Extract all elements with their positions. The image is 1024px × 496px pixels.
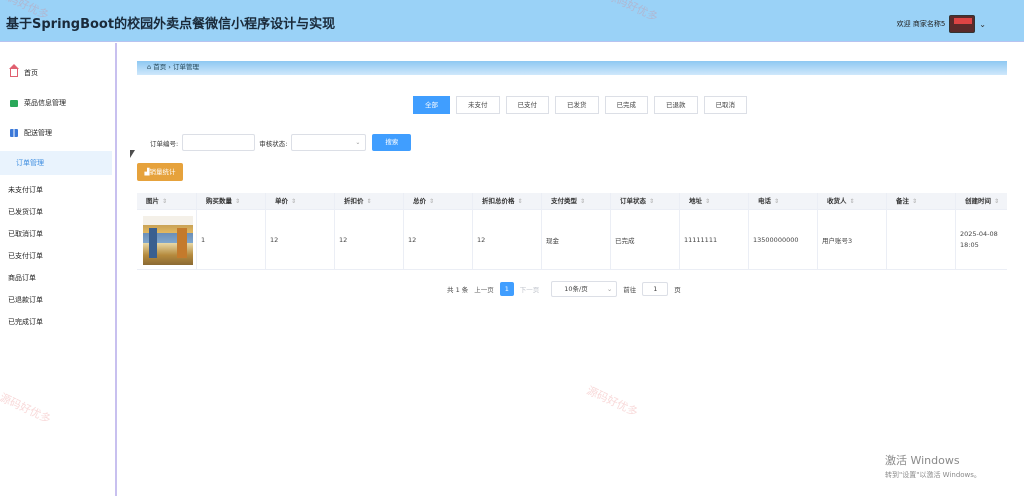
breadcrumb-current: 订单管理 [172,63,199,71]
sidebar-sub-cancelled[interactable]: 已取消订单 [8,229,43,239]
tab-all[interactable]: 全部 [413,96,450,114]
sidebar-sub-completed[interactable]: 已完成订单 [8,317,43,327]
filter-bar: 订单编号: 审核状态: ⌄ 搜索 [150,134,412,151]
table-cell [887,210,956,269]
sidebar-item-label: 配送管理 [24,129,52,137]
column-header[interactable]: 折扣总价格 ⇕ [473,193,542,210]
table-cell: 13500000000 [749,210,818,269]
column-header[interactable]: 图片 ⇕ [137,193,197,210]
sidebar-sub-goods[interactable]: 商品订单 [8,273,36,283]
app-title: 基于SpringBoot的校园外卖点餐微信小程序设计与实现 [6,17,336,32]
search-button[interactable]: 搜索 [372,134,412,151]
chevron-down-icon: ⌄ [606,285,613,293]
pagination-total: 共 1 条 [447,286,469,294]
table-cell: 现金 [542,210,611,269]
user-menu[interactable]: 欢迎 商家名称5 ⌄ [897,15,986,33]
chevron-down-icon: ⌄ [355,139,361,146]
status-tabs: 全部 未支付 已支付 已发货 已完成 已退款 已取消 [413,96,747,114]
goto-label: 前往 [623,286,637,294]
top-header: 基于SpringBoot的校园外卖点餐微信小程序设计与实现 欢迎 商家名称5 ⌄ [0,0,1024,42]
table-cell: 已完成 [611,210,680,269]
column-header[interactable]: 备注 ⇕ [887,193,956,210]
table-cell: 2025-04-08 18:05 [956,210,1007,269]
sidebar-sub-unpaid[interactable]: 未支付订单 [8,185,43,195]
sidebar-sub-shipped[interactable]: 已发货订单 [8,207,43,217]
table-cell: 12 [266,210,335,269]
goto-page-input[interactable]: 1 [642,282,669,296]
sidebar-sub-refunded[interactable]: 已退款订单 [8,295,43,305]
sidebar-item-home[interactable]: 首页 [0,61,112,85]
table-cell: 12 [404,210,473,269]
prev-page-button[interactable]: 上一页 [474,284,494,294]
table-cell: 11111111 [680,210,749,269]
breadcrumb-home[interactable]: 首页 [153,63,166,71]
windows-activation-notice: 激活 Windows 转到"设置"以激活 Windows。 [885,452,981,480]
column-header[interactable]: 总价 ⇕ [404,193,473,210]
tab-shipped[interactable]: 已发货 [555,96,599,114]
column-header[interactable]: 收货人 ⇕ [818,193,887,210]
mouse-cursor-icon [130,150,135,158]
order-no-label: 订单编号: [150,139,179,148]
status-label: 审核状态: [259,139,288,148]
page-unit-label: 页 [674,286,681,294]
order-no-input[interactable] [182,134,256,151]
home-icon: ⌂ [147,63,152,71]
next-page-button[interactable]: 下一页 [520,284,540,294]
dish-thumbnail[interactable] [143,215,193,265]
avatar[interactable] [949,15,976,33]
tab-cancelled[interactable]: 已取消 [703,96,747,114]
sidebar-sub-paid[interactable]: 已支付订单 [8,251,43,261]
column-header[interactable]: 单价 ⇕ [266,193,335,210]
dish-icon [10,99,18,107]
table-cell: 12 [335,210,404,269]
tab-refunded[interactable]: 已退款 [654,96,698,114]
column-header[interactable]: 创建时间 ⇕ [956,193,1007,210]
breadcrumb: ⌂ 首页 › 订单管理 [137,61,1007,75]
windows-activation-hint: 转到"设置"以激活 Windows。 [885,471,981,479]
sidebar-item-orders[interactable]: 订单管理 [0,151,112,175]
sales-stats-label: 销量统计 [149,168,176,176]
column-header[interactable]: 订单状态 ⇕ [611,193,680,210]
sidebar-item-dishes[interactable]: 菜品信息管理 [0,91,112,115]
table-cell-image [137,210,197,269]
table-row[interactable]: 1 12 12 12 12 现金 已完成 11111111 1350000000… [137,210,1007,269]
page-size-value: 10条/页 [564,285,588,293]
sales-stats-button[interactable]: ▟销量统计 [137,163,183,181]
tab-paid[interactable]: 已支付 [505,96,549,114]
sidebar-item-delivery[interactable]: 配送管理 [0,121,112,145]
column-header[interactable]: 电话 ⇕ [749,193,818,210]
windows-activation-title: 激活 Windows [885,454,960,467]
status-select[interactable]: ⌄ [291,134,367,151]
sidebar: 首页 菜品信息管理 配送管理 订单管理 未支付订单 已发货订单 已取消订单 已支… [0,43,117,496]
table-cell: 1 [197,210,266,269]
table-cell: 用户账号3 [818,210,887,269]
chevron-down-icon[interactable]: ⌄ [979,20,986,29]
column-header[interactable]: 支付类型 ⇕ [542,193,611,210]
column-header[interactable]: 折扣价 ⇕ [335,193,404,210]
page-number-button[interactable]: 1 [499,282,514,296]
sidebar-item-label: 菜品信息管理 [24,99,66,107]
table-cell: 12 [473,210,542,269]
welcome-text: 欢迎 商家名称5 [896,20,946,28]
watermark: 源码好优多 [584,383,640,419]
home-icon [9,64,19,77]
column-header[interactable]: 地址 ⇕ [680,193,749,210]
tab-unpaid[interactable]: 未支付 [456,96,500,114]
sidebar-item-label: 订单管理 [16,159,44,167]
column-header[interactable]: 购买数量 ⇕ [197,193,266,210]
sidebar-item-label: 首页 [24,69,38,77]
orders-table: 图片 ⇕ 购买数量 ⇕ 单价 ⇕ 折扣价 ⇕ 总价 ⇕ 折扣总价格 ⇕ 支付类型 ⇕ 订单状态… [137,193,1007,270]
pagination: 共 1 条 上一页 1 下一页 10条/页 ⌄ 前往 1 页 [447,281,681,297]
table-header: 图片 ⇕ 购买数量 ⇕ 单价 ⇕ 折扣价 ⇕ 总价 ⇕ 折扣总价格 ⇕ 支付类型 ⇕ 订单状态… [137,193,1007,210]
delivery-icon [10,129,18,137]
tab-completed[interactable]: 已完成 [604,96,648,114]
page-size-select[interactable]: 10条/页 ⌄ [551,281,618,297]
